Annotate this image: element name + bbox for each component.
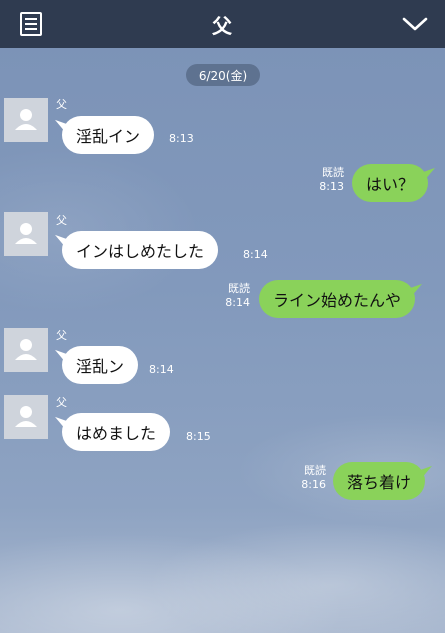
- person-silhouette-icon: [15, 109, 37, 130]
- message-time: 8:16: [301, 478, 326, 491]
- read-receipt: 既読: [228, 282, 250, 295]
- avatar[interactable]: [4, 395, 48, 439]
- message-bubble-outgoing[interactable]: ライン始めたんや: [259, 280, 416, 318]
- message-meta: 既読 8:13: [312, 166, 344, 194]
- message-bubble-incoming[interactable]: インはしめたした: [62, 231, 219, 269]
- message-bubble-incoming[interactable]: 淫乱ン: [62, 346, 139, 384]
- read-receipt: 既読: [322, 166, 344, 179]
- message-bubble-outgoing[interactable]: 落ち着け: [333, 462, 426, 500]
- avatar[interactable]: [4, 212, 48, 256]
- person-silhouette-icon: [15, 339, 37, 360]
- message-meta: 既読 8:14: [218, 282, 250, 310]
- message-time: 8:13: [169, 132, 194, 145]
- message-time: 8:14: [225, 296, 250, 309]
- message-time: 8:14: [243, 248, 268, 261]
- message-time: 8:15: [186, 430, 211, 443]
- chat-header: 父: [0, 0, 445, 48]
- message-bubble-outgoing[interactable]: はい？: [352, 164, 429, 202]
- message-time: 8:14: [149, 363, 174, 376]
- chevron-down-icon: [402, 17, 428, 31]
- sender-name: 父: [56, 329, 67, 342]
- person-silhouette-icon: [15, 223, 37, 244]
- menu-button[interactable]: [18, 11, 44, 37]
- message-meta: 既読 8:16: [294, 464, 326, 492]
- chat-title: 父: [212, 13, 233, 38]
- date-separator: 6/20(金): [186, 64, 260, 86]
- message-bubble-incoming[interactable]: はめました: [62, 413, 171, 451]
- sender-name: 父: [56, 214, 67, 227]
- avatar[interactable]: [4, 328, 48, 372]
- collapse-button[interactable]: [401, 11, 429, 37]
- chat-screen: 父 6/20(金) 父 淫乱イン 8:13 既読 8:13 はい？ 父 インはし…: [0, 0, 445, 633]
- person-silhouette-icon: [15, 406, 37, 427]
- list-icon: [20, 12, 42, 36]
- message-time: 8:13: [319, 180, 344, 193]
- message-bubble-incoming[interactable]: 淫乱イン: [62, 116, 155, 154]
- avatar[interactable]: [4, 98, 48, 142]
- read-receipt: 既読: [304, 464, 326, 477]
- sender-name: 父: [56, 98, 67, 111]
- sender-name: 父: [56, 396, 67, 409]
